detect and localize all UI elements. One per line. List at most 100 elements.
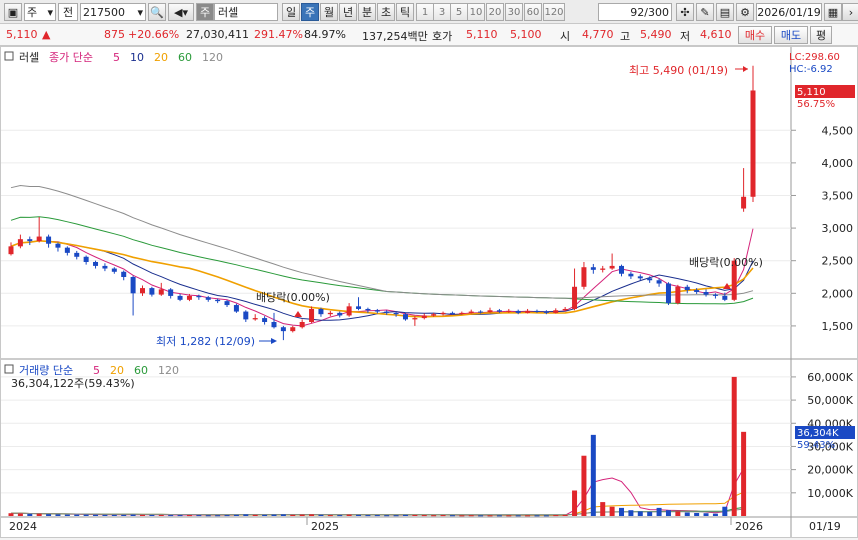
crosshair-icon[interactable]: ✣ <box>676 3 694 21</box>
candle-body <box>243 311 249 320</box>
calendar-icon[interactable]: ▦ <box>824 3 842 21</box>
count-total: /300 <box>644 5 669 19</box>
save-icon[interactable]: ▤ <box>716 3 734 21</box>
volume-panel-menu-icon[interactable] <box>4 364 14 374</box>
draw-icon[interactable]: ✎ <box>696 3 714 21</box>
volume-bar <box>543 515 549 517</box>
volume-bar <box>158 514 164 516</box>
period-button-0[interactable]: 일 <box>282 3 300 21</box>
volume-bar <box>656 507 662 516</box>
volume-bar <box>233 514 239 516</box>
candle-body <box>712 294 718 296</box>
candle-body <box>337 312 343 316</box>
candle-body <box>149 288 155 295</box>
candle-body <box>487 310 493 313</box>
candle-body <box>356 306 362 309</box>
up-arrow-icon: ▲ <box>42 28 51 41</box>
high-note: 최고 5,490 (01/19) <box>629 64 728 77</box>
interval-button-120[interactable]: 120 <box>543 3 565 21</box>
date-field[interactable]: 2026/01/19 <box>756 3 822 21</box>
chart-area[interactable]: 1,500 2,000 2,500 3,000 3,500 4,000 4,500 10,00… <box>0 46 858 538</box>
volume-bar <box>703 513 709 516</box>
candle-body <box>55 243 61 248</box>
candle-body <box>694 290 700 292</box>
candle-body <box>684 286 690 291</box>
interval-button-1[interactable]: 1 <box>416 3 434 21</box>
candle-body <box>365 308 371 311</box>
panel-menu-icon[interactable] <box>4 51 14 61</box>
search-icon[interactable]: 🔍 <box>148 3 166 21</box>
volume-bar <box>356 514 362 516</box>
candle-body <box>196 295 202 298</box>
volume-bar <box>449 515 455 517</box>
candle-body <box>572 286 578 309</box>
period-button-1[interactable]: 주 <box>301 3 319 21</box>
candle-body <box>93 262 99 266</box>
interval-button-3[interactable]: 3 <box>433 3 451 21</box>
candle-body <box>205 297 211 300</box>
candle-body <box>703 292 709 295</box>
volume-bar <box>271 514 277 516</box>
candle-body <box>46 236 52 244</box>
speaker-icon[interactable]: ◀▾ <box>168 3 194 21</box>
volume-panel-title: 거래량 단순 <box>19 364 73 377</box>
volume-bar <box>421 515 427 517</box>
high-price: 5,490 <box>640 28 672 41</box>
hc-label: HC:-6.92 <box>789 64 833 75</box>
code-input[interactable]: 217500 ▾ <box>80 3 146 21</box>
candle-body <box>130 277 136 294</box>
period-button-4[interactable]: 분 <box>358 3 376 21</box>
high-label: 고 <box>620 30 631 43</box>
volume-bar <box>459 515 465 517</box>
volume-bar <box>412 514 418 516</box>
candle-body <box>280 327 286 332</box>
volume-bar <box>628 510 634 516</box>
trade-amount: 137,254백만 <box>362 30 428 43</box>
last-price-tag-text: 5,110 <box>797 87 826 98</box>
candle-body <box>543 311 549 313</box>
type-select[interactable]: 전 <box>58 3 78 21</box>
interval-button-5[interactable]: 5 <box>450 3 468 21</box>
volume-bar <box>337 515 343 517</box>
volume-bar <box>675 511 681 516</box>
period-button-2[interactable]: 월 <box>320 3 338 21</box>
candle-body <box>83 256 89 262</box>
stock-name-field[interactable]: 러셀 <box>214 3 278 21</box>
candle-body <box>327 312 333 315</box>
volume-bar <box>46 514 52 516</box>
price-change: 875 <box>104 28 125 41</box>
open-price: 4,770 <box>582 28 614 41</box>
volume-bar <box>431 515 437 517</box>
candle-body <box>318 308 324 315</box>
stock-chart[interactable]: 1,500 2,000 2,500 3,000 3,500 4,000 4,500 10,00… <box>1 47 857 537</box>
volume-bar <box>440 515 446 517</box>
price-tick-label: 3,500 <box>822 189 854 202</box>
interval-button-10[interactable]: 10 <box>467 3 485 21</box>
volume-bar <box>731 376 737 516</box>
interval-button-60[interactable]: 60 <box>524 3 542 21</box>
volume-bar <box>684 512 690 516</box>
chevron-right-icon[interactable]: › <box>842 3 858 21</box>
candle-body <box>177 295 183 300</box>
volume-bar <box>177 515 183 517</box>
interval-button-30[interactable]: 30 <box>505 3 523 21</box>
candle-body <box>515 310 521 313</box>
volume-tick-label: 50,000K <box>807 394 853 407</box>
volume-bar <box>581 455 587 516</box>
market-select[interactable]: 주 ▾ <box>24 3 56 21</box>
quote-bar: 5,110 ▲ 875 +20.66% 27,030,411 291.47% 8… <box>0 24 858 46</box>
eval-button[interactable]: 평 <box>810 26 832 44</box>
window-icon[interactable]: ▣ <box>4 3 22 21</box>
volume-bar <box>590 434 596 516</box>
candle-body <box>619 265 625 274</box>
volume-ratio: 291.47% <box>254 28 303 41</box>
interval-button-20[interactable]: 20 <box>486 3 504 21</box>
gear-icon[interactable]: ⚙ <box>736 3 754 21</box>
period-button-3[interactable]: 년 <box>339 3 357 21</box>
buy-button[interactable]: 매수 <box>738 26 772 44</box>
volume-current: 36,304,122주(59.43%) <box>11 377 135 390</box>
period-button-5[interactable]: 초 <box>377 3 395 21</box>
sell-button[interactable]: 매도 <box>774 26 808 44</box>
count-field[interactable]: 92/300 <box>598 3 672 21</box>
period-button-6[interactable]: 틱 <box>396 3 414 21</box>
